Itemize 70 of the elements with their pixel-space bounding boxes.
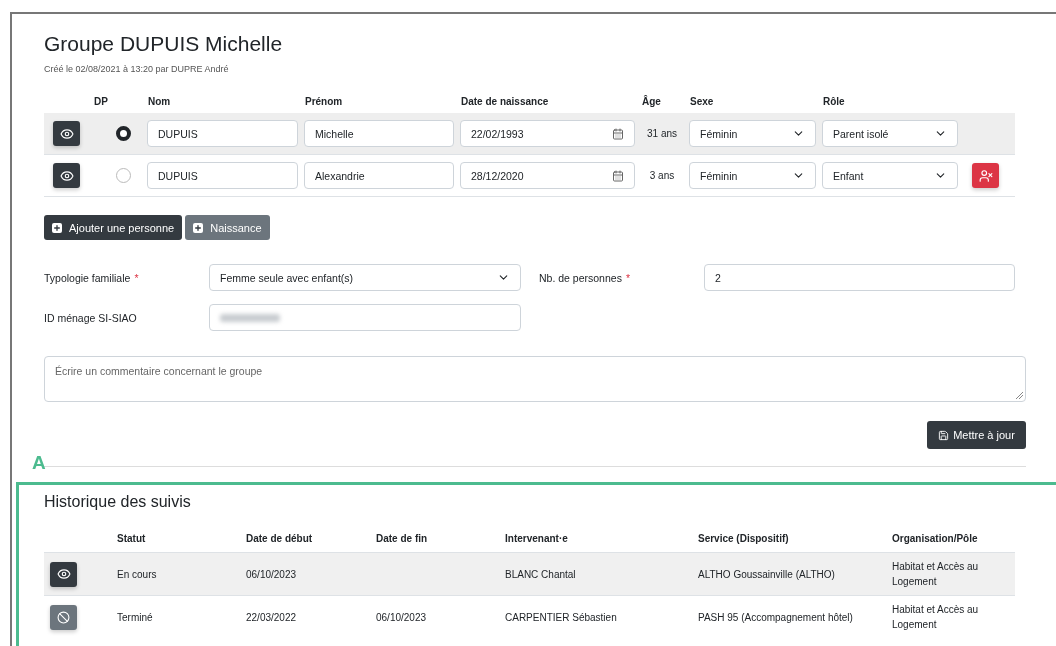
typologie-select[interactable]: Femme seule avec enfant(s) xyxy=(209,264,521,291)
add-button[interactable]: Naissance xyxy=(185,215,270,240)
resize-icon xyxy=(1016,392,1023,399)
dp-radio[interactable] xyxy=(116,168,131,183)
page-title: Groupe DUPUIS Michelle xyxy=(44,32,283,56)
table-cell: CARPENTIER Sébastien xyxy=(505,611,617,623)
column-header: Rôle xyxy=(822,96,846,109)
persons-field[interactable]: 2 xyxy=(704,264,1015,291)
view-button[interactable] xyxy=(53,163,80,188)
column-header: Âge xyxy=(641,96,662,109)
role-select[interactable]: Enfant xyxy=(822,162,958,189)
field-label: ID ménage SI-SIAO xyxy=(44,311,138,324)
plus-icon xyxy=(52,222,62,233)
eye-icon xyxy=(59,168,74,183)
calendar-icon xyxy=(612,169,624,182)
history-view-button[interactable] xyxy=(50,561,77,587)
table-cell: ALTHO Goussainville (ALTHO) xyxy=(698,568,835,580)
dp-radio[interactable] xyxy=(116,126,131,141)
table-cell-text: Habitat et Accès au Logement xyxy=(892,603,980,632)
table-cell: Terminé xyxy=(117,611,153,623)
table-cell: PASH 95 (Accompagnement hôtel) xyxy=(698,611,853,623)
field-label: Typologie familiale xyxy=(44,271,131,284)
remove-person-button[interactable] xyxy=(972,163,999,188)
column-header: Sexe xyxy=(689,96,715,109)
calendar-icon xyxy=(612,127,624,140)
column-header: Organisation/Pôle xyxy=(892,533,979,546)
column-header: Date de début xyxy=(246,533,314,546)
annotation-label: A xyxy=(32,452,46,474)
required-mark: * xyxy=(625,271,630,284)
column-header: Statut xyxy=(117,533,147,546)
column-header: Nom xyxy=(147,96,172,109)
nom-field[interactable]: DUPUIS xyxy=(147,120,298,147)
history-view-button[interactable] xyxy=(50,604,77,630)
add-button[interactable]: Ajouter une personne xyxy=(44,215,183,240)
date-field[interactable]: 22/02/1993 xyxy=(460,120,635,147)
column-header: Service (Dispositif) xyxy=(698,533,790,546)
prenom-field[interactable]: Alexandrie xyxy=(304,162,454,189)
table-cell: 06/10/2023 xyxy=(376,611,427,623)
sexe-select[interactable]: Féminin xyxy=(689,120,816,147)
blocked-icon xyxy=(57,610,70,624)
column-header: DP xyxy=(93,96,109,109)
role-select[interactable]: Parent isolé xyxy=(822,120,958,147)
eye-icon xyxy=(56,567,71,581)
table-cell: 22/03/2022 xyxy=(246,611,297,623)
update-button[interactable]: Mettre à jour xyxy=(927,421,1026,449)
created-info: Créé le 02/08/2021 à 13:20 par DUPRE André xyxy=(44,64,230,74)
plus-icon xyxy=(193,222,204,233)
section-title: Historique des suivis xyxy=(44,493,191,511)
column-header: Intervenant·e xyxy=(505,533,569,546)
table-cell: 06/10/2023 xyxy=(246,568,297,580)
view-button[interactable] xyxy=(53,121,80,146)
table-cell: BLANC Chantal xyxy=(505,568,576,580)
eye-icon xyxy=(59,126,74,141)
prenom-field[interactable]: Michelle xyxy=(304,120,454,147)
date-field[interactable]: 28/12/2020 xyxy=(460,162,635,189)
sexe-select[interactable]: Féminin xyxy=(689,162,816,189)
age-text: 31 ans xyxy=(646,128,678,139)
save-icon xyxy=(938,429,950,441)
menage-id-field[interactable] xyxy=(209,304,521,331)
column-header: Date de naissance xyxy=(460,96,550,109)
age-text: 3 ans xyxy=(648,170,676,181)
required-mark: * xyxy=(134,271,139,284)
user-remove-icon xyxy=(978,168,993,183)
column-header: Prénom xyxy=(304,96,344,109)
table-cell: En cours xyxy=(117,568,157,580)
comment-field[interactable]: Écrire un commentaire concernant le groupe xyxy=(44,356,1026,402)
field-label: Nb. de personnes xyxy=(539,271,622,284)
nom-field[interactable]: DUPUIS xyxy=(147,162,298,189)
column-header: Date de fin xyxy=(376,533,429,546)
table-cell-text: Habitat et Accès au Logement xyxy=(892,560,980,589)
